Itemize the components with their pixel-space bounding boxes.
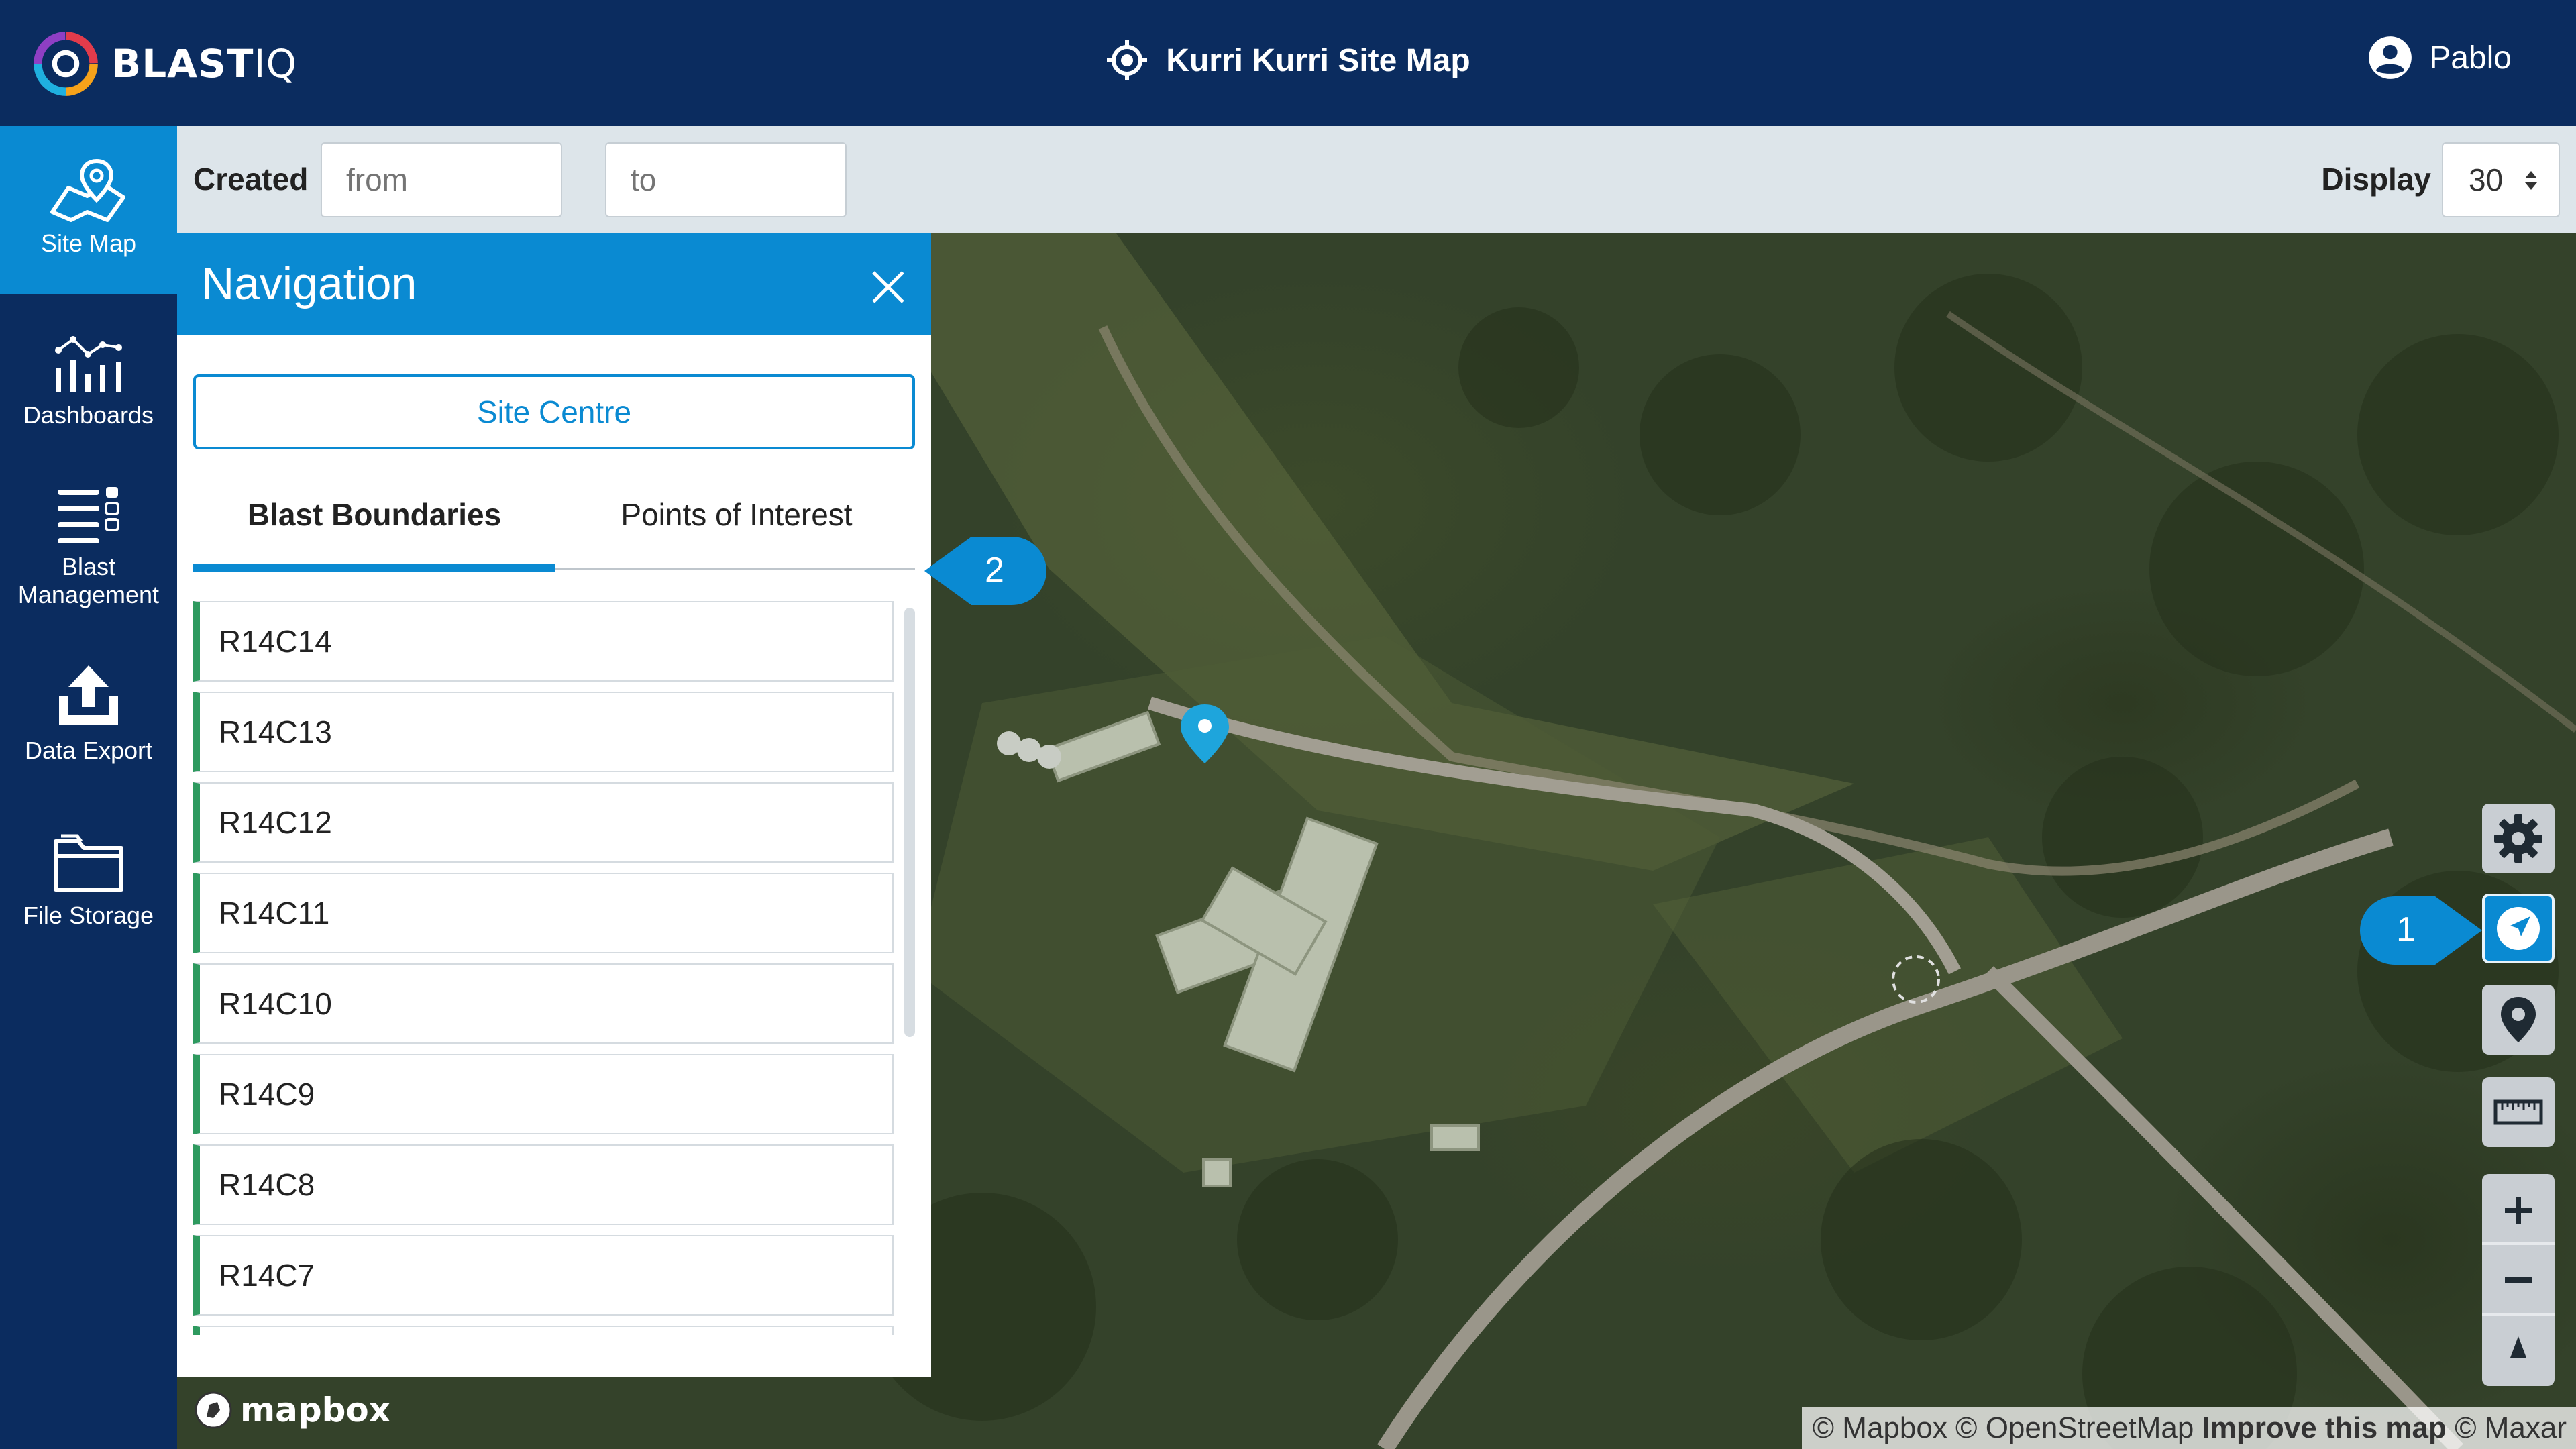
ruler-icon [2493, 1099, 2543, 1125]
attribution-text[interactable]: © Mapbox © OpenStreetMap [1813, 1411, 2194, 1444]
location-pin-icon [2501, 997, 2536, 1042]
site-title: Kurri Kurri Site Map [0, 39, 2576, 82]
navigation-panel-header: Navigation [177, 233, 931, 335]
gear-icon [2494, 814, 2542, 863]
sort-caret-icon [2525, 171, 2537, 190]
points-of-interest-button[interactable] [2482, 985, 2555, 1055]
filter-bar: Created - Display 30 [177, 126, 2576, 233]
callout-2: 2 [924, 534, 1049, 608]
list-item[interactable]: R14C7 [193, 1235, 894, 1316]
user-avatar-icon [2369, 36, 2412, 79]
upload-icon [59, 665, 118, 724]
list-item-partial[interactable] [193, 1326, 894, 1335]
display-count-select[interactable]: 30 [2442, 142, 2560, 217]
mapbox-logo[interactable]: mapbox [193, 1390, 390, 1430]
sidebar-item-data-export[interactable]: Data Export [0, 663, 177, 765]
zoom-controls [2482, 1174, 2555, 1386]
app-header: BLASTIQ Kurri Kurri Site Map Pablo [0, 0, 2576, 126]
map-settings-button[interactable] [2482, 804, 2555, 873]
sidebar-item-blast-management[interactable]: Blast Management [0, 486, 177, 609]
list-item[interactable]: R14C13 [193, 692, 894, 772]
site-centre-button[interactable]: Site Centre [193, 374, 915, 449]
zoom-divider [2482, 1242, 2555, 1245]
navigation-arrow-icon [2497, 907, 2540, 950]
maxar-attribution[interactable]: © Maxar [2455, 1411, 2567, 1444]
improve-map-link[interactable]: Improve this map [2202, 1411, 2447, 1444]
folder-icon [54, 834, 123, 892]
zoom-in-icon[interactable] [2501, 1193, 2536, 1228]
list-item[interactable]: R14C8 [193, 1144, 894, 1225]
list-item[interactable]: R14C14 [193, 601, 894, 682]
sidebar-item-site-map[interactable]: Site Map [0, 126, 177, 294]
created-from-input[interactable] [321, 142, 562, 217]
zoom-out-icon[interactable] [2501, 1263, 2536, 1297]
map-icon [50, 158, 125, 222]
callout-bubble-icon [2360, 896, 2482, 965]
measure-button[interactable] [2482, 1077, 2555, 1147]
close-icon[interactable] [869, 268, 907, 306]
list-management-icon [58, 487, 119, 543]
sidebar-item-dashboards[interactable]: Dashboards [0, 327, 177, 429]
active-tab-indicator [193, 564, 555, 572]
created-label: Created [193, 162, 309, 197]
created-to-input[interactable] [605, 142, 847, 217]
sidebar-item-file-storage[interactable]: File Storage [0, 828, 177, 930]
list-scrollbar[interactable] [904, 608, 915, 1037]
compass-north-icon[interactable] [2502, 1332, 2534, 1364]
list-item[interactable]: R14C11 [193, 873, 894, 953]
list-item[interactable]: R14C10 [193, 963, 894, 1044]
blast-boundaries-list: R14C14 R14C13 R14C12 R14C11 R14C10 R14C9… [193, 601, 899, 1335]
navigation-toggle-button[interactable] [2482, 894, 2555, 963]
tab-blast-boundaries[interactable]: Blast Boundaries [193, 496, 555, 533]
display-label: Display [2321, 162, 2431, 197]
site-title-text: Kurri Kurri Site Map [1166, 42, 1470, 78]
sidebar: Site Map Dashboards Blast Management Dat… [0, 126, 177, 1449]
list-item[interactable]: R14C9 [193, 1054, 894, 1134]
mapbox-icon [195, 1391, 232, 1429]
navigation-panel: Navigation Site Centre Blast Boundaries … [177, 233, 931, 1377]
user-menu[interactable]: Pablo [2367, 35, 2512, 80]
user-name: Pablo [2429, 40, 2512, 76]
dashboard-chart-icon [55, 336, 122, 392]
map-attribution: © Mapbox © OpenStreetMap Improve this ma… [1801, 1407, 2576, 1449]
list-item[interactable]: R14C12 [193, 782, 894, 863]
tab-points-of-interest[interactable]: Points of Interest [555, 496, 918, 533]
crosshair-location-icon [1107, 40, 1148, 80]
zoom-divider [2482, 1313, 2555, 1316]
callout-1: 1 [2360, 894, 2482, 967]
navigation-title: Navigation [201, 258, 417, 309]
